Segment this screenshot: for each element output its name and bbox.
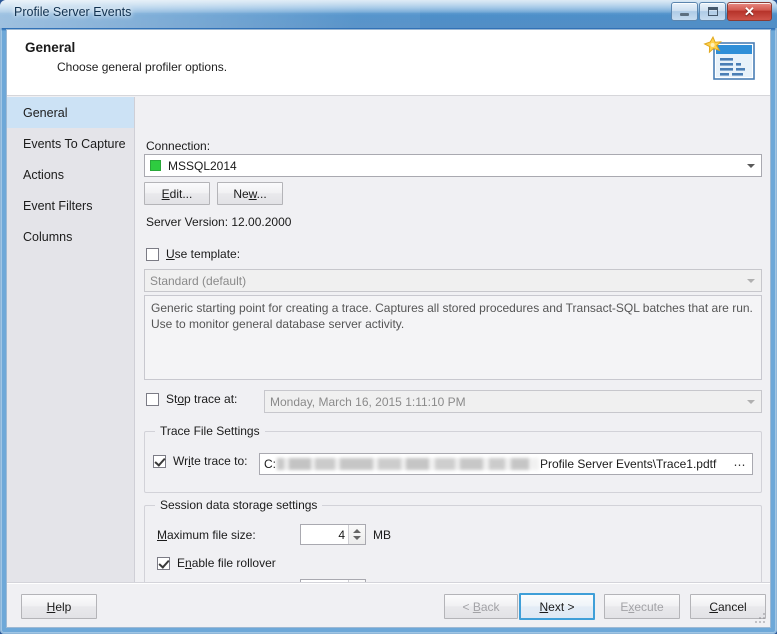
use-template-label: Use template: xyxy=(166,247,241,261)
help-label: Help xyxy=(46,599,72,614)
sidebar-item-event-filters[interactable]: Event Filters xyxy=(7,190,134,221)
connection-status-icon xyxy=(150,160,161,171)
stop-trace-checkbox[interactable] xyxy=(146,392,159,406)
sidebar-item-label: Events To Capture xyxy=(23,136,126,151)
chevron-down-icon[interactable] xyxy=(353,536,361,541)
new-profiler-session-icon xyxy=(703,35,755,80)
navigation-sidebar: General Events To Capture Actions Event … xyxy=(7,97,135,607)
write-trace-checkbox[interactable] xyxy=(153,454,166,468)
page-title: General xyxy=(25,40,76,55)
next-label: Next > xyxy=(539,599,575,614)
footer-separator xyxy=(7,583,770,584)
trace-path-prefix: C: xyxy=(264,457,276,471)
trace-path-redacted xyxy=(277,458,539,470)
write-trace-row[interactable]: Write trace to: xyxy=(153,454,247,468)
help-button[interactable]: Help xyxy=(21,594,97,619)
template-value: Standard (default) xyxy=(150,273,247,288)
stop-trace-value: Monday, March 16, 2015 1:11:10 PM xyxy=(270,394,466,409)
enable-rollover-checkbox[interactable] xyxy=(157,556,170,570)
chevron-down-icon xyxy=(747,164,755,168)
trace-path-suffix: Profile Server Events\Trace1.pdtf xyxy=(540,457,717,471)
maximize-button[interactable] xyxy=(699,2,726,21)
minimize-button[interactable] xyxy=(671,2,698,21)
server-version-text: Server Version: 12.00.2000 xyxy=(146,215,292,229)
chevron-down-icon xyxy=(747,400,755,404)
resize-grip-icon[interactable] xyxy=(755,613,767,625)
trace-file-settings-title: Trace File Settings xyxy=(155,424,265,438)
sidebar-item-label: Actions xyxy=(23,167,64,182)
connection-label: Connection: xyxy=(146,139,211,153)
stop-trace-datetime[interactable]: Monday, March 16, 2015 1:11:10 PM xyxy=(264,390,762,413)
stepper-arrows[interactable] xyxy=(348,525,365,544)
execute-button[interactable]: Execute xyxy=(604,594,680,619)
connection-value: MSSQL2014 xyxy=(168,158,237,173)
maximize-icon xyxy=(707,7,718,16)
browse-file-button[interactable]: ⋯ xyxy=(731,457,749,473)
sidebar-item-label: Event Filters xyxy=(23,198,93,213)
sidebar-item-label: General xyxy=(23,105,68,120)
use-template-checkbox[interactable] xyxy=(146,247,159,261)
window-title: Profile Server Events xyxy=(14,5,132,19)
chevron-up-icon[interactable] xyxy=(353,528,361,533)
edit-connection-label: Edit... xyxy=(161,186,193,201)
template-combobox[interactable]: Standard (default) xyxy=(144,269,762,292)
edit-connection-button[interactable]: Edit... xyxy=(144,182,210,205)
execute-label: Execute xyxy=(620,599,664,614)
caption-button-group: ✕ xyxy=(671,2,772,21)
close-button[interactable]: ✕ xyxy=(727,2,772,21)
dialog-window: Profile Server Events ✕ General Choose g… xyxy=(0,0,777,634)
minimize-icon xyxy=(680,13,689,16)
max-file-size-stepper[interactable]: 4 xyxy=(300,524,366,545)
new-connection-label: New... xyxy=(233,186,267,201)
title-bar[interactable]: Profile Server Events ✕ xyxy=(0,0,777,28)
cancel-label: Cancel xyxy=(709,599,747,614)
sidebar-item-general[interactable]: General xyxy=(7,97,134,128)
sidebar-item-label: Columns xyxy=(23,229,73,244)
write-trace-label: Write trace to: xyxy=(173,454,248,468)
sidebar-item-events-to-capture[interactable]: Events To Capture xyxy=(7,128,134,159)
max-file-size-label: Maximum file size: xyxy=(157,528,256,542)
connection-combobox[interactable]: MSSQL2014 xyxy=(144,154,762,177)
max-file-size-value: 4 xyxy=(338,527,345,542)
session-storage-title: Session data storage settings xyxy=(155,498,323,512)
enable-rollover-label: Enable file rollover xyxy=(177,556,276,570)
chevron-down-icon xyxy=(747,279,755,283)
stop-trace-row[interactable]: Stop trace at: xyxy=(146,392,237,406)
new-connection-button[interactable]: New... xyxy=(217,182,283,205)
use-template-row[interactable]: Use template: xyxy=(146,247,240,261)
close-icon: ✕ xyxy=(744,4,755,19)
enable-rollover-row[interactable]: Enable file rollover xyxy=(157,556,276,570)
max-file-size-units: MB xyxy=(373,528,391,542)
next-button[interactable]: Next > xyxy=(519,593,595,620)
settings-content: Connection: MSSQL2014 Edit... New... Ser… xyxy=(136,97,770,607)
sidebar-item-actions[interactable]: Actions xyxy=(7,159,134,190)
page-subtitle: Choose general profiler options. xyxy=(57,60,228,74)
trace-file-settings-group: Trace File Settings Write trace to: C: P… xyxy=(144,424,762,493)
trace-file-path-input[interactable]: C: Profile Server Events\Trace1.pdtf ⋯ xyxy=(259,453,753,475)
sidebar-item-columns[interactable]: Columns xyxy=(7,221,134,252)
client-area: General Choose general profiler options. xyxy=(6,29,771,628)
stop-trace-label: Stop trace at: xyxy=(166,392,238,406)
dialog-footer: Help < Back Next > Execute Cancel xyxy=(7,582,770,627)
template-description: Generic starting point for creating a tr… xyxy=(144,295,762,380)
page-header: General Choose general profiler options. xyxy=(7,30,770,96)
back-label: < Back xyxy=(462,599,500,614)
back-button[interactable]: < Back xyxy=(444,594,518,619)
